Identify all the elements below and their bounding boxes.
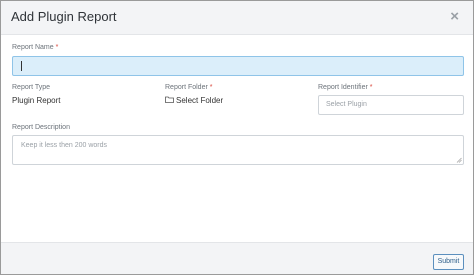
report-type-value: Plugin Report: [12, 96, 61, 105]
report-description-placeholder: Keep it less then 200 words: [21, 142, 107, 149]
submit-button[interactable]: Submit: [433, 254, 464, 270]
report-description-textarea[interactable]: Keep it less then 200 words: [12, 135, 464, 165]
modal-footer: Submit: [1, 242, 473, 274]
modal-header: Add Plugin Report ×: [1, 1, 473, 35]
report-name-label: Report Name *: [12, 44, 58, 51]
report-identifier-select[interactable]: Select Plugin: [318, 95, 464, 115]
select-folder-link[interactable]: Select Folder: [176, 96, 223, 105]
report-folder-label-text: Report Folder: [165, 84, 208, 91]
modal-title: Add Plugin Report: [11, 9, 117, 24]
resize-handle-icon[interactable]: [456, 157, 462, 163]
report-identifier-placeholder: Select Plugin: [326, 101, 367, 108]
report-identifier-label-text: Report Identifier: [318, 84, 368, 91]
report-name-input[interactable]: [12, 56, 464, 76]
report-name-label-text: Report Name: [12, 44, 54, 51]
required-marker: *: [369, 84, 373, 91]
report-folder-label: Report Folder *: [165, 84, 212, 91]
required-marker: *: [209, 84, 213, 91]
folder-icon[interactable]: [165, 96, 174, 103]
close-icon[interactable]: ×: [450, 9, 459, 25]
report-description-label: Report Description: [12, 124, 70, 131]
text-caret: [21, 61, 22, 71]
add-plugin-report-modal: Add Plugin Report × Report Name * Report…: [0, 0, 474, 275]
report-type-label: Report Type: [12, 84, 51, 91]
required-marker: *: [55, 44, 59, 51]
report-identifier-label: Report Identifier *: [318, 84, 373, 91]
